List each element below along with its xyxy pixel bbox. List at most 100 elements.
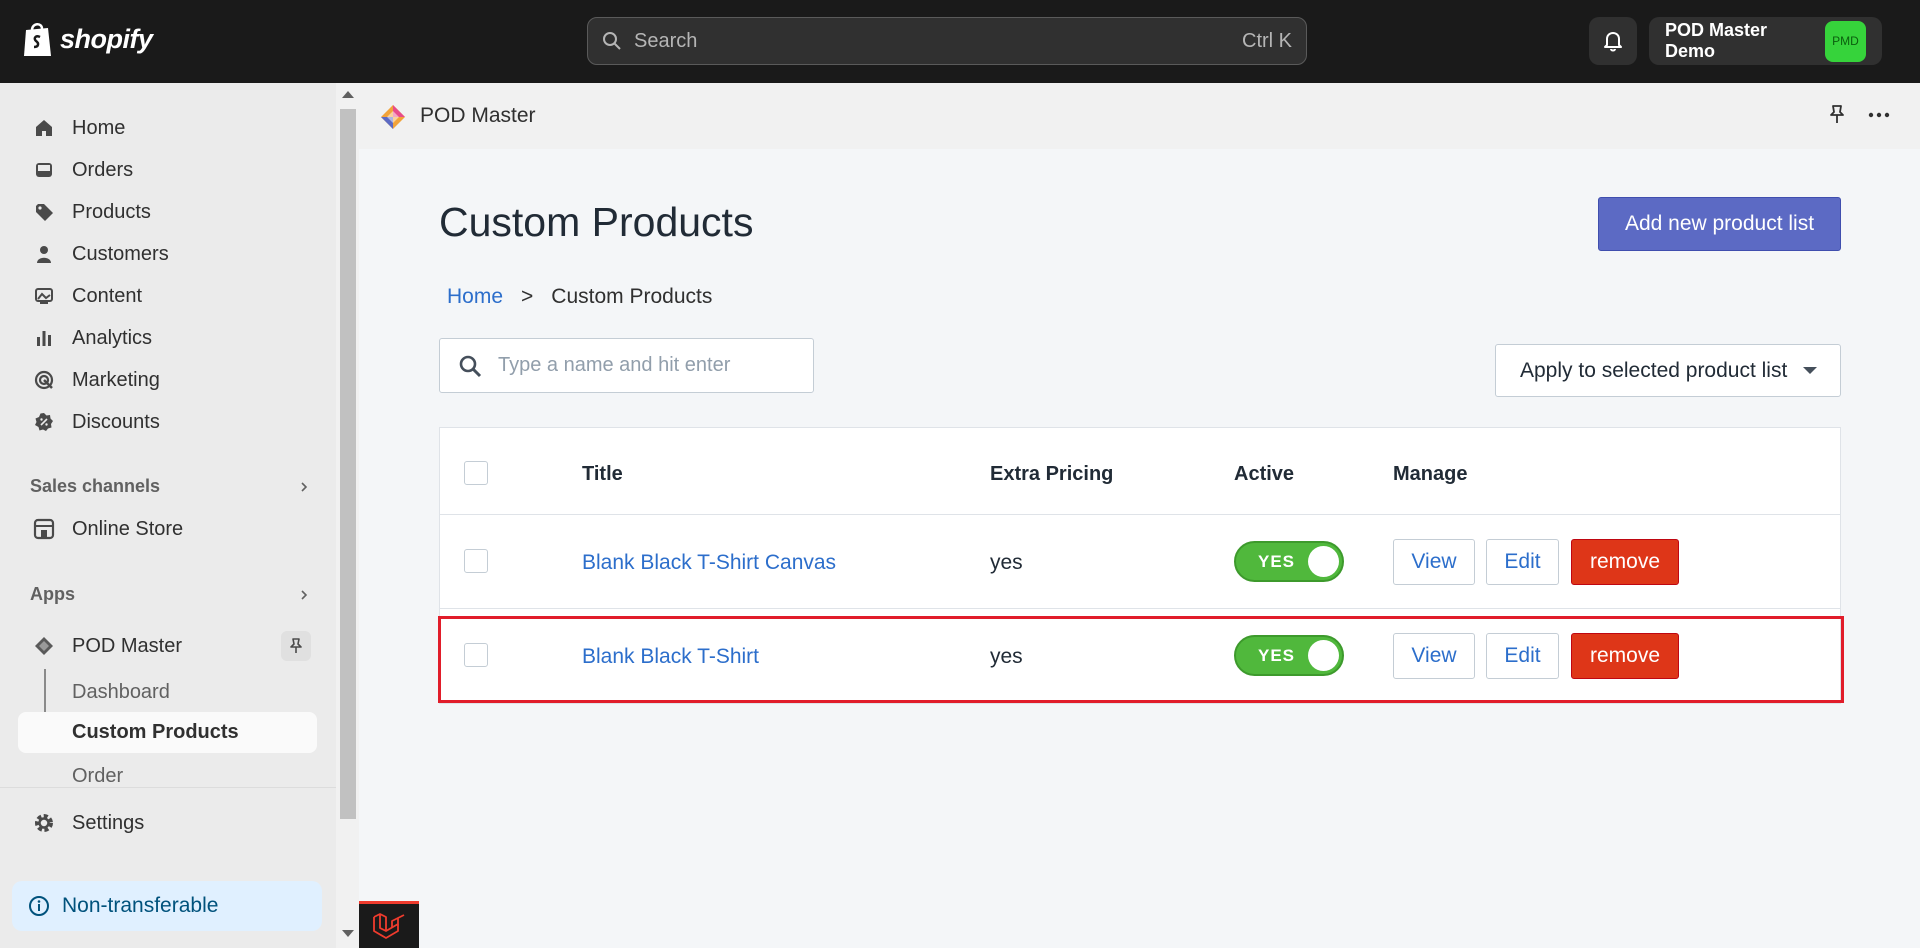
caret-down-icon [1803,367,1818,374]
product-title-link[interactable]: Blank Black T-Shirt [582,645,759,669]
sidebar-item-label: Marketing [72,368,160,391]
section-label: Sales channels [30,476,161,496]
active-toggle[interactable]: YES [1234,541,1344,582]
view-button[interactable]: View [1393,539,1475,585]
sidebar-item-analytics[interactable]: Analytics [18,318,317,358]
sidebar-subitem-label: Custom Products [72,721,239,743]
sidebar-item-label: Orders [72,158,134,181]
sales-channels-section[interactable]: Sales channels [30,476,310,497]
active-toggle[interactable]: YES [1234,635,1344,676]
debugbar-toggle[interactable] [359,901,419,948]
remove-button[interactable]: remove [1571,539,1679,585]
table-row: Blank Black T-Shirt Canvas yes YES View … [440,515,1840,609]
sidebar-item-online-store[interactable]: Online Store [18,509,317,549]
sidebar-item-discounts[interactable]: Discounts [18,402,317,442]
sidebar-item-label: Discounts [72,410,160,433]
search-icon [603,32,621,50]
scroll-down-arrow[interactable] [342,930,354,937]
search-placeholder: Type a name and hit enter [498,354,731,376]
shopify-bag-icon [24,23,51,56]
chevron-right-icon [301,589,308,600]
global-search[interactable]: Search Ctrl K [587,17,1307,65]
sidebar-item-label: POD Master [72,634,183,657]
table-header: Title Extra Pricing Active Manage [440,428,1840,515]
row-checkbox[interactable] [464,549,488,573]
sidebar-item-settings[interactable]: Settings [18,803,317,843]
product-title-link[interactable]: Blank Black T-Shirt Canvas [582,551,836,575]
banner-label: Non-transferable [62,894,219,917]
breadcrumb-separator: > [521,285,534,308]
column-header-active: Active [1234,463,1295,485]
more-actions-icon[interactable] [1867,104,1891,131]
toggle-label: YES [1258,552,1296,571]
info-icon [29,896,49,916]
column-header-manage: Manage [1393,463,1468,485]
sidebar-subitem-dashboard[interactable]: Dashboard [72,681,170,704]
add-product-list-button[interactable]: Add new product list [1598,197,1841,251]
view-button[interactable]: View [1393,633,1475,679]
sidebar-item-label: Online Store [72,517,184,540]
laravel-logo-icon [373,913,405,939]
app-content: Custom Products Add new product list Hom… [359,149,1920,948]
person-icon [32,242,56,266]
discount-icon [32,410,56,434]
breadcrumb-home-link[interactable]: Home [447,285,503,309]
breadcrumb-current: Custom Products [551,285,713,308]
sidebar-item-label: Products [72,200,151,223]
search-placeholder: Search [634,29,698,52]
edit-button[interactable]: Edit [1486,539,1559,585]
column-header-extra-pricing: Extra Pricing [990,463,1114,485]
sidebar-item-marketing[interactable]: Marketing [18,360,317,400]
bar-chart-icon [32,326,56,350]
pin-icon[interactable] [1827,104,1847,131]
column-header-title: Title [582,463,623,485]
bell-icon [1604,32,1622,52]
extra-pricing-value: yes [990,645,1023,668]
extra-pricing-value: yes [990,551,1023,574]
sidebar-item-products[interactable]: Products [18,192,317,232]
sidebar-item-pod-master[interactable]: POD Master [18,626,317,666]
notifications-button[interactable] [1589,17,1637,65]
search-icon [459,355,482,377]
sidebar-item-label: Settings [72,811,145,834]
row-checkbox[interactable] [464,643,488,667]
app-header: POD Master [359,83,1920,149]
search-shortcut: Ctrl K [1242,29,1292,52]
sidebar-item-home[interactable]: Home [18,108,317,148]
select-all-checkbox[interactable] [464,461,488,485]
top-bar: shopify Search Ctrl K POD Master Demo PM… [0,0,1920,83]
pin-app-button[interactable] [281,631,311,661]
app-title: POD Master [420,104,536,127]
inbox-icon [32,158,56,182]
apps-section[interactable]: Apps [30,584,310,605]
edit-button[interactable]: Edit [1486,633,1559,679]
scroll-thumb[interactable] [340,109,356,819]
section-label: Apps [30,584,75,604]
bulk-action-select[interactable]: Apply to selected product list [1495,344,1841,397]
non-transferable-banner[interactable]: Non-transferable [12,881,322,931]
sidebar-item-content[interactable]: Content [18,276,317,316]
sidebar-item-label: Customers [72,242,169,265]
product-search-input[interactable]: Type a name and hit enter [439,338,814,393]
sidebar-item-label: Analytics [72,326,153,349]
brand-name: shopify [60,23,153,54]
pin-icon [290,638,302,653]
product-list-table: Title Extra Pricing Active Manage Blank … [439,427,1841,704]
sidebar-item-customers[interactable]: Customers [18,234,317,274]
sidebar-subitem-order[interactable]: Order [72,765,123,788]
table-row: Blank Black T-Shirt yes YES View Edit re… [440,609,1840,703]
chevron-right-icon [301,481,308,492]
shopify-logo[interactable]: shopify [22,20,153,58]
sidebar-scrollbar[interactable] [337,83,359,948]
store-name: POD Master Demo [1665,20,1768,61]
sidebar-item-orders[interactable]: Orders [18,150,317,190]
store-menu[interactable]: POD Master Demo PMD [1649,17,1882,65]
toggle-knob [1308,640,1339,671]
toggle-label: YES [1258,646,1296,665]
sidebar-subitem-custom-products[interactable]: Custom Products [18,712,317,753]
image-icon [32,284,56,308]
scroll-up-arrow[interactable] [342,91,354,98]
sidebar: Home Orders Products Customers Content A… [0,83,336,948]
toggle-knob [1308,546,1339,577]
remove-button[interactable]: remove [1571,633,1679,679]
